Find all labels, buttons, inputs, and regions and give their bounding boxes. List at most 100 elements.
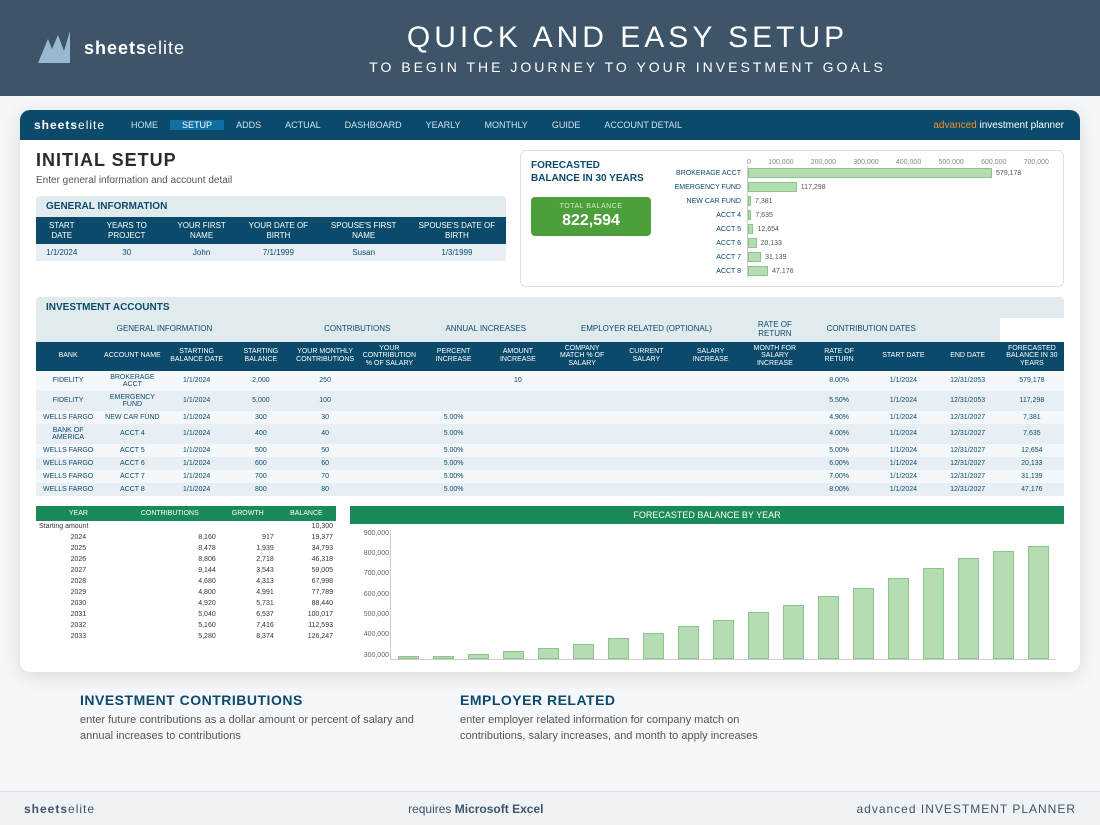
inv-cell[interactable] <box>357 424 421 444</box>
inv-cell[interactable]: 12/31/2027 <box>936 444 1000 457</box>
inv-cell[interactable]: 1/1/2024 <box>871 444 935 457</box>
inv-cell[interactable]: 5.00% <box>422 470 486 483</box>
nav-item-home[interactable]: HOME <box>119 120 170 130</box>
inv-cell[interactable]: 579,178 <box>1000 371 1064 391</box>
inv-cell[interactable] <box>614 391 678 411</box>
inv-cell[interactable] <box>550 371 614 391</box>
inv-cell[interactable]: 5.00% <box>422 424 486 444</box>
inv-cell[interactable]: 30 <box>293 411 357 424</box>
inv-cell[interactable] <box>679 411 743 424</box>
inv-cell[interactable]: WELLS FARGO <box>36 483 100 496</box>
inv-cell[interactable]: 12/31/2053 <box>936 391 1000 411</box>
inv-cell[interactable] <box>357 411 421 424</box>
inv-cell[interactable]: ACCT 5 <box>100 444 164 457</box>
inv-cell[interactable]: ACCT 6 <box>100 457 164 470</box>
inv-cell[interactable]: 40 <box>293 424 357 444</box>
inv-cell[interactable]: 1/1/2024 <box>871 470 935 483</box>
inv-cell[interactable]: 5.00% <box>422 444 486 457</box>
inv-cell[interactable] <box>614 424 678 444</box>
inv-cell[interactable]: 8.00% <box>807 371 871 391</box>
inv-cell[interactable] <box>614 483 678 496</box>
inv-cell[interactable]: 7,635 <box>1000 424 1064 444</box>
inv-cell[interactable] <box>679 391 743 411</box>
gi-cell[interactable]: 1/1/2024 <box>36 244 87 261</box>
inv-cell[interactable] <box>743 483 807 496</box>
inv-cell[interactable]: 20,133 <box>1000 457 1064 470</box>
inv-cell[interactable]: 300 <box>229 411 293 424</box>
inv-cell[interactable]: 4.00% <box>807 424 871 444</box>
inv-cell[interactable]: 12/31/2027 <box>936 470 1000 483</box>
inv-cell[interactable] <box>550 457 614 470</box>
inv-cell[interactable]: 5.00% <box>422 483 486 496</box>
inv-cell[interactable]: 10 <box>486 371 550 391</box>
inv-cell[interactable]: 500 <box>229 444 293 457</box>
inv-cell[interactable] <box>550 424 614 444</box>
inv-cell[interactable]: 7,381 <box>1000 411 1064 424</box>
inv-cell[interactable]: 1/1/2024 <box>165 391 229 411</box>
nav-item-account-detail[interactable]: ACCOUNT DETAIL <box>592 120 694 130</box>
inv-cell[interactable] <box>743 424 807 444</box>
inv-cell[interactable]: 5.00% <box>422 457 486 470</box>
inv-cell[interactable] <box>679 457 743 470</box>
inv-cell[interactable]: 1/1/2024 <box>871 371 935 391</box>
inv-cell[interactable]: 1/1/2024 <box>871 411 935 424</box>
inv-cell[interactable] <box>550 483 614 496</box>
inv-cell[interactable]: 5,000 <box>229 391 293 411</box>
inv-cell[interactable]: 12,654 <box>1000 444 1064 457</box>
inv-cell[interactable]: 4.90% <box>807 411 871 424</box>
inv-cell[interactable] <box>614 444 678 457</box>
inv-cell[interactable]: WELLS FARGO <box>36 411 100 424</box>
inv-cell[interactable] <box>357 457 421 470</box>
nav-item-dashboard[interactable]: DASHBOARD <box>333 120 414 130</box>
inv-cell[interactable] <box>422 371 486 391</box>
gi-cell[interactable]: 1/3/1999 <box>408 244 506 261</box>
inv-cell[interactable]: 80 <box>293 483 357 496</box>
inv-cell[interactable]: 1/1/2024 <box>165 444 229 457</box>
inv-cell[interactable]: 12/31/2027 <box>936 424 1000 444</box>
inv-cell[interactable] <box>743 470 807 483</box>
inv-cell[interactable]: 1/1/2024 <box>165 483 229 496</box>
inv-cell[interactable]: 1/1/2024 <box>165 424 229 444</box>
inv-cell[interactable]: 400 <box>229 424 293 444</box>
gi-cell[interactable]: 7/1/1999 <box>237 244 319 261</box>
inv-cell[interactable]: 5.50% <box>807 391 871 411</box>
inv-cell[interactable]: 50 <box>293 444 357 457</box>
inv-cell[interactable]: 12/31/2027 <box>936 457 1000 470</box>
inv-cell[interactable] <box>357 483 421 496</box>
gi-cell[interactable]: John <box>166 244 237 261</box>
nav-item-yearly[interactable]: YEARLY <box>414 120 473 130</box>
inv-cell[interactable] <box>357 470 421 483</box>
inv-cell[interactable] <box>614 457 678 470</box>
gi-cell[interactable]: 30 <box>87 244 166 261</box>
inv-cell[interactable]: 31,139 <box>1000 470 1064 483</box>
inv-cell[interactable] <box>357 444 421 457</box>
inv-cell[interactable]: FIDELITY <box>36 371 100 391</box>
inv-cell[interactable]: 12/31/2027 <box>936 411 1000 424</box>
inv-cell[interactable] <box>743 371 807 391</box>
inv-cell[interactable]: 1/1/2024 <box>165 371 229 391</box>
inv-cell[interactable]: 2,000 <box>229 371 293 391</box>
gi-cell[interactable]: Susan <box>320 244 408 261</box>
nav-item-actual[interactable]: ACTUAL <box>273 120 333 130</box>
inv-cell[interactable] <box>486 457 550 470</box>
nav-item-adds[interactable]: ADDS <box>224 120 273 130</box>
inv-cell[interactable]: WELLS FARGO <box>36 470 100 483</box>
inv-cell[interactable]: 47,176 <box>1000 483 1064 496</box>
inv-cell[interactable] <box>614 371 678 391</box>
inv-cell[interactable]: 250 <box>293 371 357 391</box>
inv-cell[interactable]: ACCT 7 <box>100 470 164 483</box>
inv-cell[interactable] <box>550 411 614 424</box>
inv-cell[interactable]: 1/1/2024 <box>165 470 229 483</box>
inv-cell[interactable] <box>357 391 421 411</box>
inv-cell[interactable] <box>550 391 614 411</box>
inv-cell[interactable]: 12/31/2027 <box>936 483 1000 496</box>
inv-cell[interactable]: 117,298 <box>1000 391 1064 411</box>
inv-cell[interactable] <box>550 444 614 457</box>
inv-cell[interactable]: 12/31/2053 <box>936 371 1000 391</box>
inv-cell[interactable] <box>486 391 550 411</box>
nav-item-monthly[interactable]: MONTHLY <box>472 120 539 130</box>
inv-cell[interactable] <box>679 424 743 444</box>
inv-cell[interactable]: 600 <box>229 457 293 470</box>
inv-cell[interactable]: 70 <box>293 470 357 483</box>
inv-cell[interactable]: NEW CAR FUND <box>100 411 164 424</box>
